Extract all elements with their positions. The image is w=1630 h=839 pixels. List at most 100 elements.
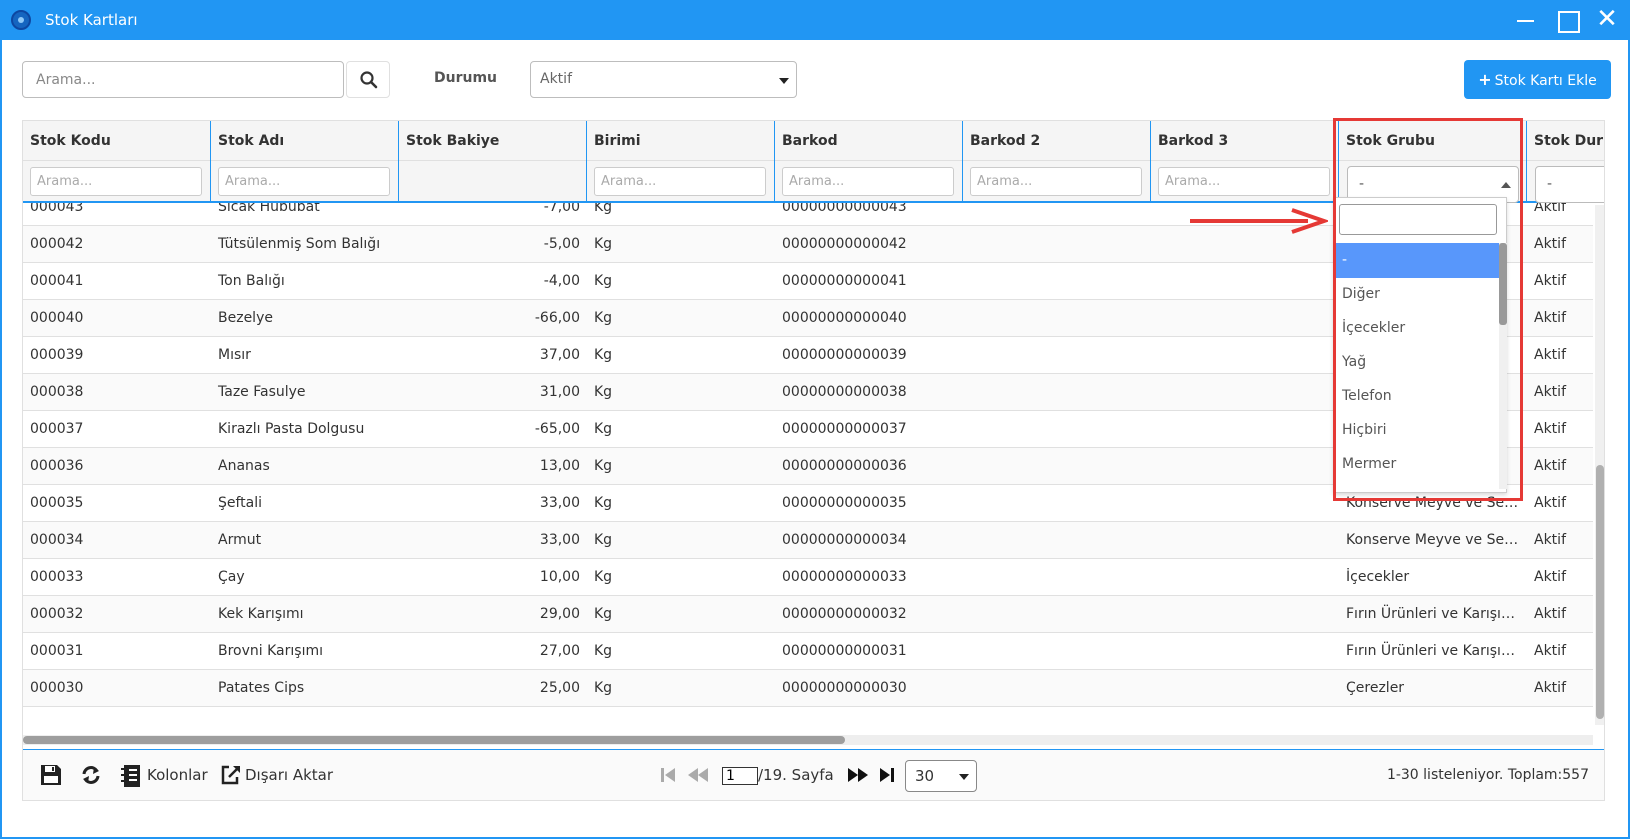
horizontal-scrollbar[interactable] [23, 735, 1593, 745]
cell-kod: 000043 [30, 203, 84, 215]
filter-cell [775, 161, 963, 201]
filter-barkod-input[interactable] [782, 167, 954, 196]
filter-stok-kodu-input[interactable] [30, 167, 202, 196]
filter-birimi-input[interactable] [594, 167, 766, 196]
window-title: Stok Kartları [45, 11, 138, 29]
minimize-button[interactable] [1513, 8, 1537, 32]
cell-grup: Çerezler [1346, 680, 1405, 696]
export-button[interactable]: Dışarı Aktar [245, 766, 333, 784]
cell-kod: 000033 [30, 569, 84, 585]
add-stock-card-button[interactable]: + Stok Kartı Ekle [1464, 60, 1611, 99]
cell-ad: Ananas [218, 458, 270, 474]
column-header-stok-adi[interactable]: Stok Adı [211, 121, 399, 161]
durum-select[interactable]: Aktif [530, 61, 797, 98]
horizontal-scrollbar-thumb[interactable] [23, 736, 845, 744]
filter-barkod-2-input[interactable] [970, 167, 1142, 196]
column-header-barkod-2[interactable]: Barkod 2 [963, 121, 1151, 161]
column-header-stok-kodu[interactable]: Stok Kodu [23, 121, 211, 161]
cell-kod: 000034 [30, 532, 84, 548]
page-count-label: /19. Sayfa [758, 766, 834, 784]
cell-durum: Aktif [1534, 606, 1566, 622]
cell-ad: Patates Cips [218, 680, 305, 696]
cell-grup: Fırın Ürünleri ve Karışım... [1346, 643, 1527, 659]
cell-ad: Çay [218, 569, 245, 585]
column-header-barkod-3[interactable]: Barkod 3 [1151, 121, 1339, 161]
cell-bakiye: -65,00 [534, 421, 580, 437]
column-header-stok-bakiye[interactable]: Stok Bakiye [399, 121, 587, 161]
highlight-annotation-box [1333, 118, 1523, 501]
cell-birim: Kg [594, 203, 613, 215]
cell-barkod: 00000000000032 [782, 606, 907, 622]
cell-kod: 000040 [30, 310, 84, 326]
table-row[interactable]: 000034 Armut 33,00 Kg 00000000000034 Konserve… [23, 522, 1593, 559]
cell-barkod: 00000000000038 [782, 384, 907, 400]
refresh-icon[interactable] [80, 764, 102, 786]
durum-label: Durumu [434, 70, 498, 86]
cell-birim: Kg [594, 310, 613, 326]
cell-barkod: 00000000000034 [782, 532, 907, 548]
cell-birim: Kg [594, 643, 613, 659]
first-page-icon[interactable] [660, 766, 676, 784]
cell-birim: Kg [594, 273, 613, 289]
cell-bakiye: 13,00 [539, 458, 580, 474]
column-header-stok-durumu[interactable]: Stok Durumu [1527, 121, 1604, 161]
cell-bakiye: 29,00 [539, 606, 580, 622]
cell-durum: Aktif [1534, 532, 1566, 548]
cell-kod: 000035 [30, 495, 84, 511]
vertical-scrollbar[interactable] [1595, 205, 1604, 725]
red-arrow-annotation [1190, 208, 1328, 234]
save-icon[interactable] [40, 764, 62, 786]
cell-ad: Armut [218, 532, 262, 548]
cell-kod: 000036 [30, 458, 84, 474]
cell-bakiye: 33,00 [539, 495, 580, 511]
filter-cell [399, 161, 587, 201]
cell-kod: 000042 [30, 236, 84, 252]
cell-ad: Mısır [218, 347, 251, 363]
cell-durum: Aktif [1534, 458, 1566, 474]
previous-page-icon[interactable] [687, 766, 709, 784]
vertical-scrollbar-thumb[interactable] [1596, 465, 1604, 719]
cell-grup: İçecekler [1346, 569, 1410, 585]
cell-ad: Bezelye [218, 310, 273, 326]
durum-select-value: Aktif [540, 71, 572, 87]
maximize-button[interactable] [1555, 8, 1580, 33]
cell-durum: Aktif [1534, 310, 1566, 326]
page-size-select[interactable]: 30 [905, 760, 977, 792]
cell-kod: 000038 [30, 384, 84, 400]
search-input[interactable] [22, 61, 344, 98]
cell-barkod: 00000000000033 [782, 569, 907, 585]
close-button[interactable]: ✕ [1595, 6, 1619, 32]
cell-bakiye: 37,00 [539, 347, 580, 363]
add-stock-card-label: Stok Kartı Ekle [1494, 73, 1597, 89]
export-icon[interactable] [220, 764, 242, 786]
cell-birim: Kg [594, 569, 613, 585]
filter-stok-adi-input[interactable] [218, 167, 390, 196]
filter-stok-durumu-value: - [1547, 176, 1553, 192]
table-row[interactable]: 000032 Kek Karışımı 29,00 Kg 00000000000032 F… [23, 596, 1593, 633]
page-number-input[interactable] [722, 767, 758, 785]
cell-durum: Aktif [1534, 569, 1566, 585]
last-page-icon[interactable] [879, 766, 895, 784]
cell-birim: Kg [594, 495, 613, 511]
chevron-down-icon [959, 774, 969, 780]
table-row[interactable]: 000031 Brovni Karışımı 27,00 Kg 000000000000… [23, 633, 1593, 670]
cell-barkod: 00000000000043 [782, 203, 907, 215]
columns-button[interactable]: Kolonlar [147, 766, 208, 784]
listing-status: 1-30 listeleniyor. Toplam:557 [1386, 767, 1589, 783]
column-header-birimi[interactable]: Birimi [587, 121, 775, 161]
app-logo-icon [11, 10, 31, 30]
cell-durum: Aktif [1534, 203, 1566, 215]
cell-barkod: 00000000000039 [782, 347, 907, 363]
filter-cell [23, 161, 211, 201]
table-row[interactable]: 000033 Çay 10,00 Kg 00000000000033 İçecekler A… [23, 559, 1593, 596]
column-header-barkod[interactable]: Barkod [775, 121, 963, 161]
window-titlebar: Stok Kartları ✕ [0, 0, 1630, 40]
next-page-icon[interactable] [847, 766, 869, 784]
table-row[interactable]: 000030 Patates Cips 25,00 Kg 00000000000030 Ç… [23, 670, 1593, 707]
filter-stok-durumu-select[interactable]: - [1535, 166, 1604, 203]
filter-barkod-3-input[interactable] [1158, 167, 1330, 196]
cell-grup: Konserve Meyve ve Seb... [1346, 532, 1527, 548]
columns-icon[interactable] [121, 764, 143, 788]
cell-barkod: 00000000000030 [782, 680, 907, 696]
search-button[interactable] [346, 61, 390, 98]
